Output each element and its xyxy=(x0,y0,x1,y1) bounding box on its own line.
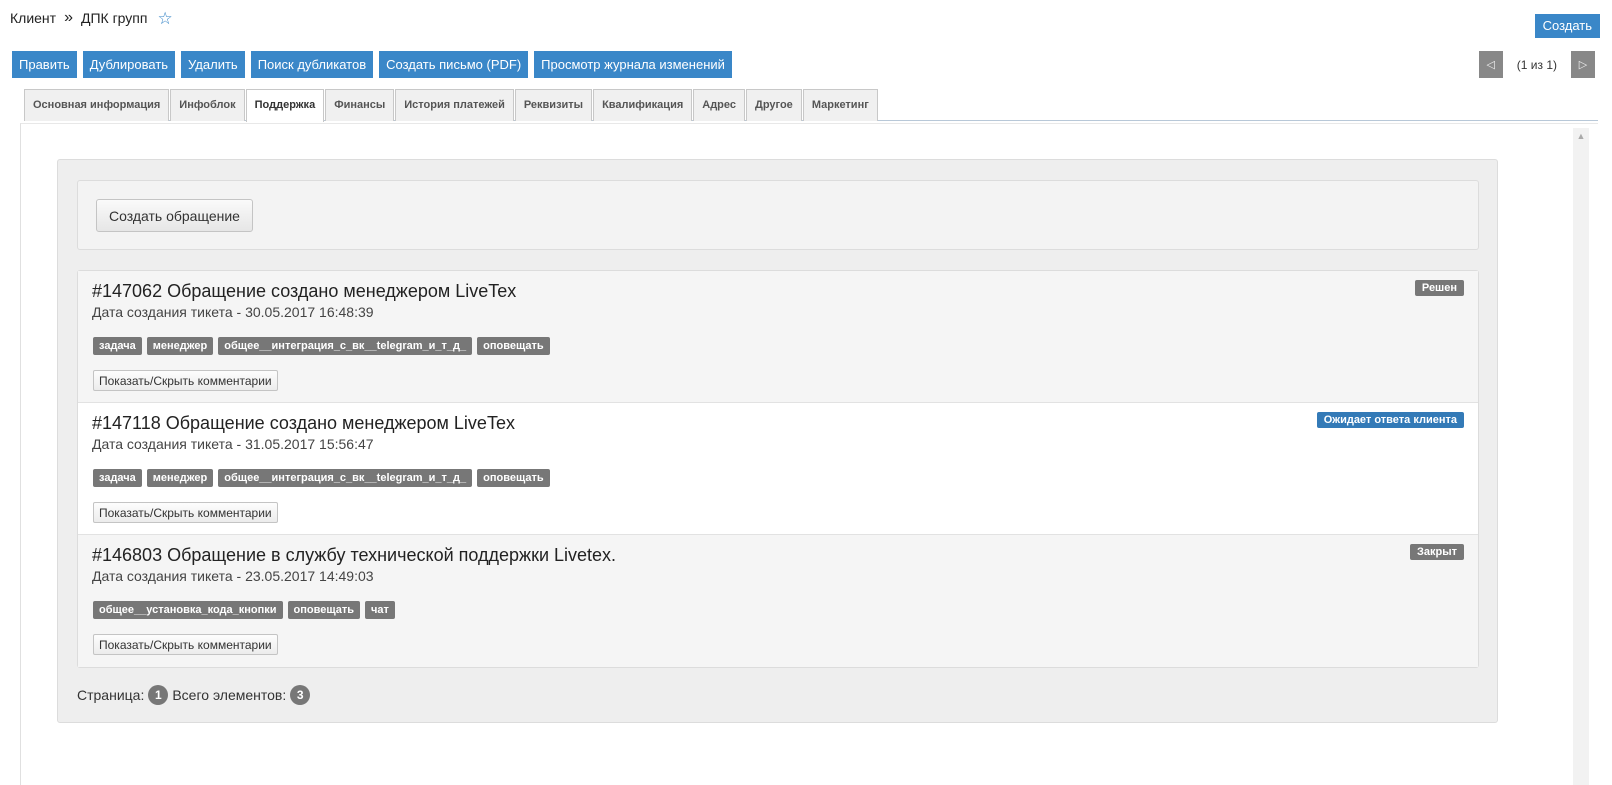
tag-badge: оповещать xyxy=(477,337,550,355)
page-number-badge[interactable]: 1 xyxy=(148,685,169,705)
create-ticket-box: Создать обращение xyxy=(77,180,1479,250)
tag-badge: чат xyxy=(365,601,395,619)
breadcrumb-separator: » xyxy=(64,9,73,26)
create-pdf-letter-button[interactable]: Создать письмо (PDF) xyxy=(379,51,529,78)
scroll-up-icon[interactable]: ▲ xyxy=(1573,128,1589,144)
total-count-badge: 3 xyxy=(290,685,311,705)
pagination-footer: Страница: 1 Всего элементов: 3 xyxy=(77,685,311,705)
tab-marketing[interactable]: Маркетинг xyxy=(802,89,878,121)
tab-qualification[interactable]: Квалификация xyxy=(593,89,693,121)
breadcrumb-root[interactable]: Клиент xyxy=(10,10,56,26)
tab-main-info[interactable]: Основная информация xyxy=(24,89,170,121)
create-ticket-button[interactable]: Создать обращение xyxy=(96,199,253,232)
tag-badge: менеджер xyxy=(146,469,214,487)
tab-other[interactable]: Другое xyxy=(746,89,802,121)
ticket-tags: задача менеджер общее__интеграция_с_вк__… xyxy=(93,337,550,355)
action-toolbar: Править Дублировать Удалить Поиск дублик… xyxy=(12,51,732,78)
pager-count: (1 из 1) xyxy=(1516,57,1557,72)
total-label: Всего элементов: xyxy=(172,687,287,703)
duplicate-button[interactable]: Дублировать xyxy=(82,51,176,78)
toggle-comments-button[interactable]: Показать/Скрыть комментарии xyxy=(93,634,278,655)
tag-badge: оповещать xyxy=(287,601,361,619)
tab-requisites[interactable]: Реквизиты xyxy=(514,89,593,121)
ticket-title: #147118 Обращение создано менеджером Liv… xyxy=(92,413,515,433)
star-icon[interactable]: ☆ xyxy=(157,10,172,27)
support-panel: Создать обращение #147062 Обращение созд… xyxy=(57,159,1498,723)
tag-badge: общее__интеграция_с_вк__telegram_и_т_д_ xyxy=(218,469,473,487)
ticket-item: #147118 Обращение создано менеджером Liv… xyxy=(78,403,1478,535)
status-badge: Ожидает ответа клиента xyxy=(1316,412,1464,428)
ticket-title: #147062 Обращение создано менеджером Liv… xyxy=(92,281,517,301)
find-duplicates-button[interactable]: Поиск дубликатов xyxy=(250,51,374,78)
caret-right-icon[interactable]: ▷ xyxy=(1571,51,1595,78)
ticket-title: #146803 Обращение в службу технической п… xyxy=(92,545,617,565)
tab-bar: Основная информация Инфоблок Поддержка Ф… xyxy=(24,89,1598,122)
ticket-date: Дата создания тикета - 23.05.2017 14:49:… xyxy=(92,568,374,584)
tag-badge: оповещать xyxy=(477,469,550,487)
view-changelog-button[interactable]: Просмотр журнала изменений xyxy=(534,51,732,78)
tab-support[interactable]: Поддержка xyxy=(245,89,325,122)
tag-badge: общее__установка_кода_кнопки xyxy=(93,601,283,619)
toggle-comments-button[interactable]: Показать/Скрыть комментарии xyxy=(93,502,278,523)
ticket-item: #147062 Обращение создано менеджером Liv… xyxy=(78,271,1478,403)
status-badge: Закрыт xyxy=(1409,544,1464,560)
tag-badge: задача xyxy=(93,337,142,355)
ticket-list: #147062 Обращение создано менеджером Liv… xyxy=(77,270,1479,668)
status-badge: Решен xyxy=(1414,280,1464,296)
create-button[interactable]: Создать xyxy=(1534,14,1600,38)
ticket-date: Дата создания тикета - 31.05.2017 15:56:… xyxy=(92,436,374,452)
ticket-tags: общее__установка_кода_кнопки оповещать ч… xyxy=(93,601,395,619)
tab-infoblock[interactable]: Инфоблок xyxy=(170,89,245,121)
delete-button[interactable]: Удалить xyxy=(181,51,245,78)
page-label: Страница: xyxy=(77,687,145,703)
scrollbar[interactable]: ▲ xyxy=(1573,128,1589,785)
record-pager: ◁ (1 из 1) ▷ xyxy=(1478,51,1595,78)
caret-left-icon[interactable]: ◁ xyxy=(1478,51,1503,78)
tab-payment-history[interactable]: История платежей xyxy=(395,89,514,121)
edit-button[interactable]: Править xyxy=(12,51,77,78)
tag-badge: задача xyxy=(93,469,142,487)
toggle-comments-button[interactable]: Показать/Скрыть комментарии xyxy=(93,370,278,391)
tab-finance[interactable]: Финансы xyxy=(325,89,395,121)
tag-badge: менеджер xyxy=(146,337,214,355)
tag-badge: общее__интеграция_с_вк__telegram_и_т_д_ xyxy=(218,337,473,355)
breadcrumb: Клиент » ДПК групп ☆ xyxy=(10,9,173,27)
ticket-item: #146803 Обращение в службу технической п… xyxy=(78,535,1478,667)
ticket-tags: задача менеджер общее__интеграция_с_вк__… xyxy=(93,469,550,487)
ticket-date: Дата создания тикета - 30.05.2017 16:48:… xyxy=(92,304,374,320)
breadcrumb-current: ДПК групп xyxy=(80,10,148,26)
tab-address[interactable]: Адрес xyxy=(693,89,745,121)
